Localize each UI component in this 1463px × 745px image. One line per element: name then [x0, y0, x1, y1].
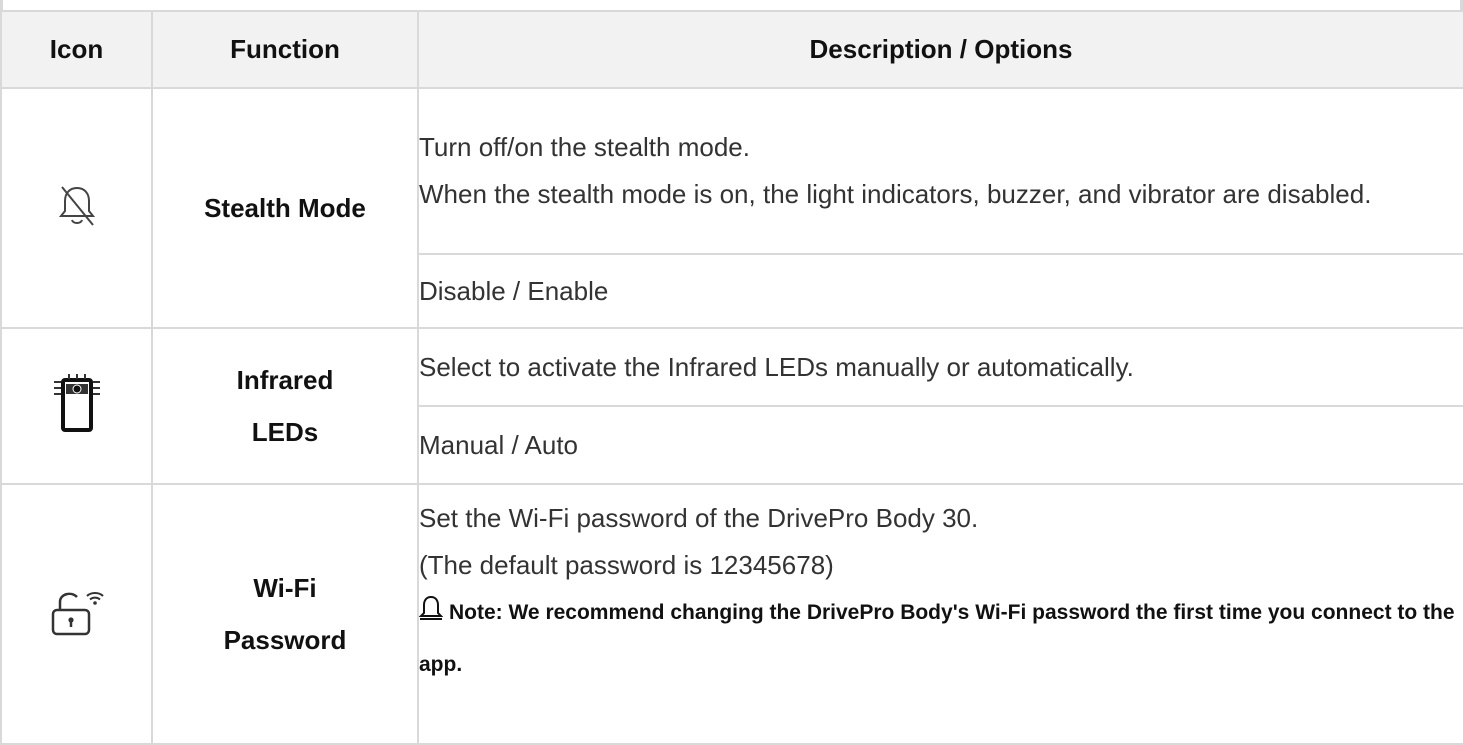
note-text: Note: We recommend changing the DrivePro… — [419, 601, 1455, 676]
table-row: Wi-Fi Password Set the Wi-Fi password of… — [0, 483, 1463, 745]
function-line: Wi-Fi — [253, 573, 317, 603]
icon-cell — [0, 483, 153, 745]
table-row: Stealth Mode Turn off/on the stealth mod… — [0, 87, 1463, 329]
function-stealth-mode: Stealth Mode — [151, 87, 419, 329]
settings-table: Icon Function Description / Options Stea… — [0, 10, 1463, 745]
table-row: Infrared LEDs Select to activate the Inf… — [0, 327, 1463, 485]
note: Note: We recommend changing the DrivePro… — [418, 589, 1463, 689]
function-line: LEDs — [251, 417, 319, 447]
options-stealth-mode: Disable / Enable — [417, 253, 1463, 329]
description-line: Set the Wi-Fi password of the DrivePro B… — [419, 503, 979, 533]
bell-off-icon — [58, 185, 95, 226]
header-description: Description / Options — [417, 10, 1463, 89]
function-infrared-leds: Infrared LEDs — [151, 327, 419, 485]
infrared-led-icon — [53, 373, 100, 432]
description-wifi-password: Set the Wi-Fi password of the DrivePro B… — [417, 483, 1463, 745]
description-line: Turn off/on the stealth mode. — [419, 132, 750, 162]
function-line: Infrared — [236, 365, 334, 395]
description-stealth-mode: Turn off/on the stealth mode. When the s… — [417, 87, 1463, 255]
wifi-lock-icon — [51, 591, 104, 635]
bell-icon — [418, 593, 444, 641]
header-function: Function — [151, 10, 419, 89]
table-header-row: Icon Function Description / Options — [0, 10, 1463, 89]
function-line: Password — [223, 625, 347, 655]
description-line: When the stealth mode is on, the light i… — [419, 179, 1372, 209]
description-infrared-leds: Select to activate the Infrared LEDs man… — [417, 327, 1463, 407]
function-wifi-password: Wi-Fi Password — [151, 483, 419, 745]
icon-cell — [0, 87, 153, 329]
description-line: (The default password is 12345678) — [419, 550, 834, 580]
icon-cell — [0, 327, 153, 485]
options-infrared-leds: Manual / Auto — [417, 405, 1463, 485]
table-top-edge — [0, 0, 1463, 10]
header-icon: Icon — [0, 10, 153, 89]
